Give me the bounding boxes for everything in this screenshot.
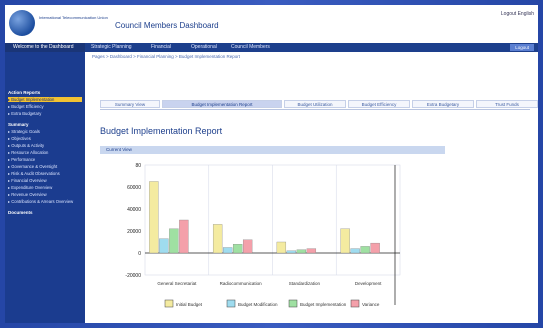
sidebar-item[interactable]: ▸ Resource Allocation	[8, 150, 82, 155]
sidebar-item[interactable]: ▸ Governance & Oversight	[8, 164, 82, 169]
x-tick-label: Standardization	[289, 281, 321, 286]
legend-swatch	[226, 299, 236, 308]
sidebar-section-title: Documents	[8, 210, 33, 215]
desktop-background: International Telecommunication Union Co…	[0, 0, 543, 328]
logout-button[interactable]: Logout	[510, 44, 534, 51]
org-name: International Telecommunication Union	[39, 15, 108, 20]
y-tick-label: -20000	[125, 273, 141, 279]
bar	[169, 228, 179, 254]
y-tick-label: 80	[135, 163, 141, 169]
tab[interactable]: Budget Efficiency	[348, 100, 410, 108]
bar	[149, 181, 159, 254]
header: International Telecommunication Union Co…	[5, 5, 538, 43]
top-nav: Welcome to the Dashboard Strategic Plann…	[5, 43, 538, 52]
bar	[296, 249, 307, 254]
tab[interactable]: Extra Budgetary	[412, 100, 474, 108]
itu-logo[interactable]: International Telecommunication Union	[9, 8, 121, 38]
bar	[276, 241, 287, 254]
legend-label: Initial Budget	[176, 302, 203, 307]
sidebar-item[interactable]: ▸ Risk & Audit Observations	[8, 171, 82, 176]
tab[interactable]: Budget Utilization	[284, 100, 346, 108]
bar	[159, 238, 169, 254]
sidebar-item[interactable]: ▸ Budget Efficiency	[8, 104, 82, 109]
bar	[222, 247, 233, 254]
legend-label: Variance	[362, 302, 380, 307]
tab[interactable]: Summary View	[100, 100, 160, 108]
sidebar-item[interactable]: ▸ Budget Implementation	[8, 97, 82, 102]
y-tick-label: 60000	[127, 185, 141, 191]
sidebar-item[interactable]: ▸ Financial Overview	[8, 178, 82, 183]
bar	[350, 248, 360, 254]
legend-swatch	[288, 299, 298, 308]
bar	[360, 246, 370, 254]
app-title: Council Members Dashboard	[115, 21, 219, 30]
sidebar-item[interactable]: ▸ Objectives	[8, 136, 82, 141]
nav-item-financial[interactable]: Financial	[151, 43, 171, 52]
legend-label: Budget Implementation	[300, 302, 347, 307]
nav-home[interactable]: Welcome to the Dashboard	[5, 43, 85, 52]
x-tick-label: Radiocommunication	[220, 281, 263, 286]
legend-swatch	[350, 299, 360, 308]
panel-header[interactable]: Current View	[100, 146, 445, 154]
x-tick-label: Development	[355, 281, 382, 286]
y-tick-label: 40000	[127, 207, 141, 213]
browser-window: International Telecommunication Union Co…	[5, 5, 538, 323]
bar	[306, 248, 317, 254]
bar-chart: 80 60000 40000 20000 0 -20000 General Secretar…	[125, 163, 401, 308]
sidebar-section-title: Summary	[8, 122, 29, 127]
y-tick-label: 20000	[127, 229, 141, 235]
bar	[370, 242, 380, 254]
sidebar-item[interactable]: ▸ Extra Budgetary	[8, 111, 82, 116]
panel-title: Current View	[106, 147, 132, 152]
main-content: Summary View Budget Implementation Report…	[92, 75, 538, 323]
legend-swatch	[164, 299, 174, 308]
sidebar-item[interactable]: ▸ Expenditure Overview	[8, 185, 82, 190]
breadcrumb[interactable]: Pages > Dashboard > Financial Planning >…	[92, 54, 240, 59]
bar	[242, 239, 253, 254]
x-tick-label: General Secretariat	[157, 281, 197, 286]
tab[interactable]: Budget Implementation Report	[162, 100, 282, 108]
sidebar-item[interactable]: ▸ Contributions & Arrears Overview	[8, 199, 82, 204]
sidebar-item[interactable]: ▸ Performance	[8, 157, 82, 162]
nav-item-council[interactable]: Council Members	[231, 43, 270, 52]
bar	[340, 228, 350, 254]
chart-panel: 80 60000 40000 20000 0 -20000 General Secretar…	[100, 155, 445, 313]
sidebar-item[interactable]: ▸ Revenue Overview	[8, 192, 82, 197]
bar	[232, 244, 243, 254]
globe-icon	[9, 10, 35, 36]
legend-label: Budget Modification	[238, 302, 278, 307]
nav-item-operational[interactable]: Operational	[191, 43, 217, 52]
tab[interactable]: Trust Funds	[476, 100, 538, 108]
sidebar-item[interactable]: ▸ Strategic Goals	[8, 129, 82, 134]
sidebar-section-title: Action Reports	[8, 90, 41, 95]
bar	[286, 250, 297, 254]
sidebar: Action Reports ▸ Budget Implementation ▸ B…	[5, 52, 85, 323]
bar	[212, 224, 223, 254]
bar	[179, 219, 189, 254]
y-tick-label: 0	[138, 251, 141, 257]
sidebar-item[interactable]: ▸ Outputs & Activity	[8, 143, 82, 148]
user-links[interactable]: Logout English	[501, 11, 534, 17]
nav-item-strategic[interactable]: Strategic Planning	[91, 43, 132, 52]
page-title: Budget Implementation Report	[100, 126, 223, 136]
tab-bar: Summary View Budget Implementation Report…	[100, 100, 538, 110]
